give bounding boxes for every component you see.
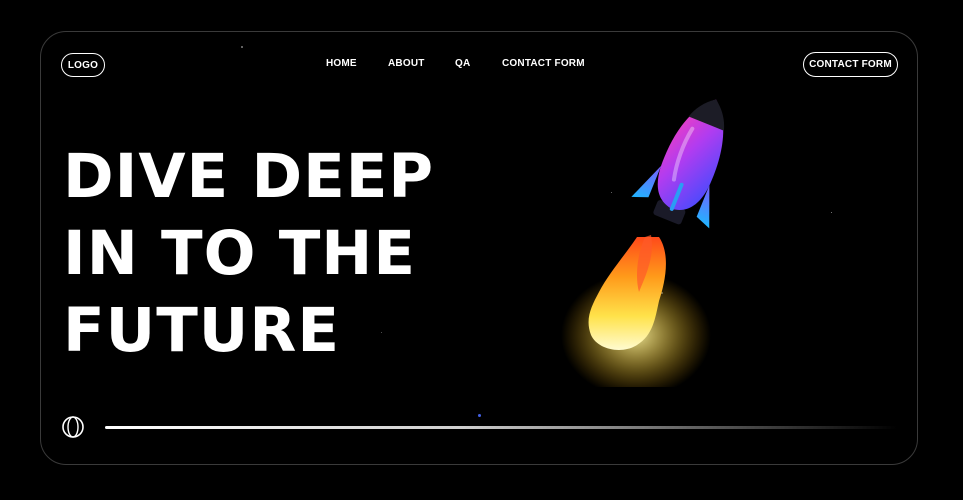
ring-spinner-icon [62, 416, 84, 438]
nav-about[interactable]: ABOUT [388, 58, 425, 69]
hero-line-3: FUTURE [63, 295, 340, 366]
nav-contact-form[interactable]: CONTACT FORM [502, 58, 585, 69]
contact-form-button[interactable]: CONTACT FORM [803, 52, 898, 77]
hero-frame: LOGO HOME ABOUT QA CONTACT FORM CONTACT … [40, 31, 918, 465]
star [241, 46, 243, 48]
hero-title: DIVE DEEP IN TO THE FUTURE [63, 138, 463, 369]
rocket-icon [561, 99, 725, 387]
hero-line-2: IN TO THE [63, 218, 417, 289]
star [831, 212, 832, 213]
star [478, 414, 481, 417]
nav-home[interactable]: HOME [326, 58, 357, 69]
nav-qa[interactable]: QA [455, 58, 470, 69]
hero-line-1: DIVE DEEP [63, 141, 435, 212]
progress-bar [105, 426, 897, 429]
main-nav: HOME ABOUT QA CONTACT FORM [41, 58, 917, 72]
